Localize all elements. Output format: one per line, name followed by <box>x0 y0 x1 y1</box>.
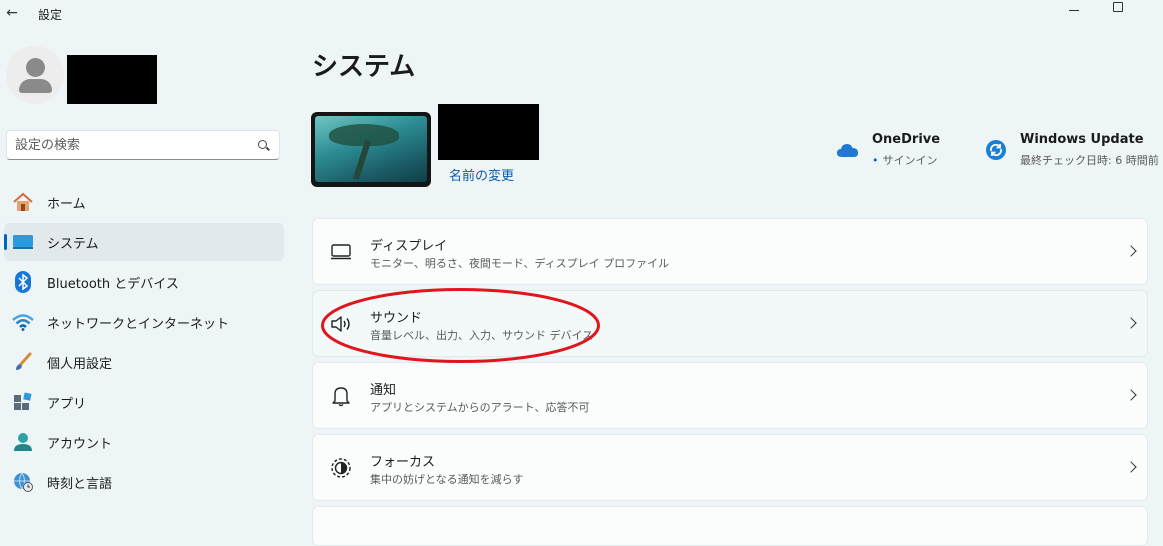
back-arrow-icon[interactable]: ← <box>4 4 20 22</box>
avatar[interactable] <box>6 46 64 104</box>
title-bar: ← 設定 <box>0 0 1163 28</box>
sidebar-item-label: ネットワークとインターネット <box>47 316 230 332</box>
sidebar-item-label: アプリ <box>47 396 87 412</box>
onedrive-title: OneDrive <box>872 132 941 147</box>
card-subtitle: モニター、明るさ、夜間モード、ディスプレイ プロファイル <box>370 257 670 270</box>
avatar-head <box>26 58 45 77</box>
onedrive-subtitle: • サインイン <box>872 152 938 168</box>
app-title: 設定 <box>38 8 63 22</box>
brush-icon <box>12 351 34 373</box>
bluetooth-icon <box>12 271 34 293</box>
sidebar-item-personalization[interactable]: 個人用設定 <box>4 343 284 381</box>
sidebar-item-label: 時刻と言語 <box>47 476 113 492</box>
search-input[interactable] <box>15 131 245 159</box>
maximize-button[interactable] <box>1098 0 1138 14</box>
sidebar-item-time-language[interactable]: 時刻と言語 <box>4 463 284 501</box>
card-focus[interactable]: フォーカス 集中の妨げとなる通知を減らす <box>312 434 1148 501</box>
sidebar-item-network[interactable]: ネットワークとインターネット <box>4 303 284 341</box>
focus-icon <box>330 457 352 479</box>
card-subtitle: 音量レベル、出力、入力、サウンド デバイス <box>370 329 594 342</box>
windows-update-icon <box>984 138 1008 162</box>
display-icon <box>330 241 352 263</box>
sidebar-item-label: ホーム <box>47 196 86 212</box>
avatar-body <box>19 79 52 93</box>
bell-icon <box>330 385 352 407</box>
card-next-partial[interactable] <box>312 506 1148 546</box>
wifi-icon <box>12 311 34 333</box>
search-icon[interactable] <box>258 140 267 149</box>
card-notifications[interactable]: 通知 アプリとシステムからのアラート、応答不可 <box>312 362 1148 429</box>
card-subtitle: 集中の妨げとなる通知を減らす <box>370 473 524 486</box>
speaker-icon <box>330 313 352 335</box>
sidebar-item-apps[interactable]: アプリ <box>4 383 284 421</box>
chevron-right-icon <box>1125 317 1137 329</box>
account-icon <box>12 431 34 453</box>
card-title: 通知 <box>370 383 397 398</box>
chevron-right-icon <box>1125 389 1137 401</box>
globe-clock-icon <box>12 471 34 493</box>
onedrive-status-text: サインイン <box>882 154 938 167</box>
minimize-button[interactable] <box>1054 0 1094 14</box>
user-name-redacted <box>67 55 157 104</box>
card-title: フォーカス <box>370 455 436 470</box>
maximize-icon <box>1113 2 1123 12</box>
system-icon <box>12 231 34 253</box>
device-wallpaper-thumbnail <box>311 112 431 187</box>
rename-link[interactable]: 名前の変更 <box>449 165 514 184</box>
sidebar-item-label: アカウント <box>47 436 113 452</box>
home-icon <box>12 191 34 213</box>
sidebar-item-accounts[interactable]: アカウント <box>4 423 284 461</box>
status-dot: • <box>872 154 879 167</box>
minimize-icon <box>1069 9 1079 11</box>
wallpaper-trunk <box>352 140 372 180</box>
card-title: サウンド <box>370 311 423 326</box>
page-title: システム <box>312 52 416 82</box>
onedrive-cloud-icon <box>836 138 860 162</box>
sidebar-item-bluetooth[interactable]: Bluetooth とデバイス <box>4 263 284 301</box>
windows-update-title: Windows Update <box>1020 132 1144 147</box>
windows-update-subtitle: 最終チェック日時: 6 時間前 <box>1020 154 1159 167</box>
sidebar-item-label: 個人用設定 <box>47 356 113 372</box>
sidebar-item-home[interactable]: ホーム <box>4 183 284 221</box>
apps-icon <box>12 391 34 413</box>
sidebar-item-label: Bluetooth とデバイス <box>47 276 179 292</box>
card-sound[interactable]: サウンド 音量レベル、出力、入力、サウンド デバイス <box>312 290 1148 357</box>
card-display[interactable]: ディスプレイ モニター、明るさ、夜間モード、ディスプレイ プロファイル <box>312 218 1148 285</box>
sidebar-item-label: システム <box>47 236 99 252</box>
wallpaper-image <box>315 116 427 182</box>
card-title: ディスプレイ <box>370 239 448 254</box>
sidebar-nav: ホーム システム Bluetooth とデバイス ネットワークとインターネット … <box>4 183 284 503</box>
device-name-redacted <box>438 104 539 160</box>
search-box[interactable] <box>6 130 280 160</box>
sidebar-item-system[interactable]: システム <box>4 223 284 261</box>
chevron-right-icon <box>1125 461 1137 473</box>
chevron-right-icon <box>1125 245 1137 257</box>
card-subtitle: アプリとシステムからのアラート、応答不可 <box>370 401 590 414</box>
